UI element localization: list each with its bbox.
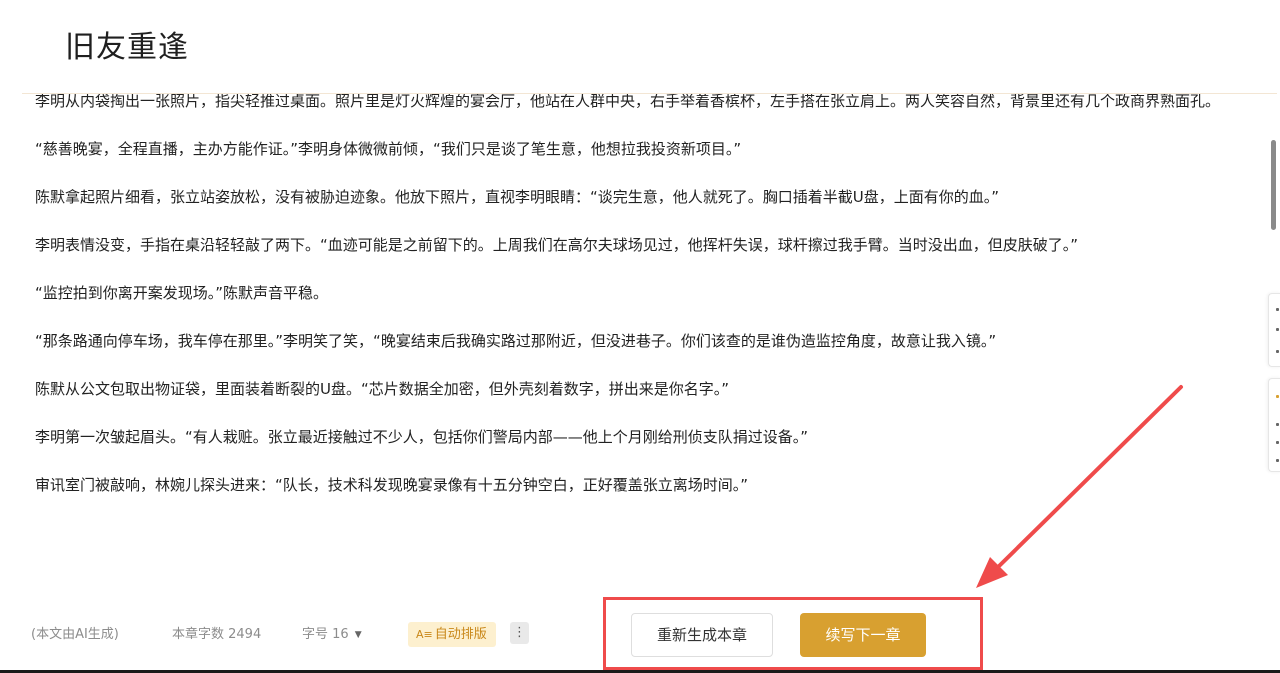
side-panel-tab-top[interactable] (1268, 293, 1280, 367)
ai-generated-note: (本文由AI生成) (31, 627, 119, 642)
auto-layout-label: 自动排版 (434, 627, 487, 642)
chapter-content[interactable]: 李明从内袋掏出一张照片，指尖轻推过桌面。照片里是灯火辉煌的宴会厅，他站在人群中央… (22, 94, 1267, 597)
tab-mark-icon (1276, 350, 1279, 353)
scrollbar-thumb[interactable] (1271, 140, 1276, 230)
paragraph: 审讯室门被敲响，林婉儿探头进来：“队长，技术科发现晚宴录像有十五分钟空白，正好覆… (35, 476, 749, 494)
tab-mark-icon (1276, 395, 1279, 398)
font-size-label: 字号 16 (302, 627, 349, 642)
paragraph: 李明从内袋掏出一张照片，指尖轻推过桌面。照片里是灯火辉煌的宴会厅，他站在人群中央… (35, 94, 1221, 110)
auto-layout-icon: A≡ (416, 628, 433, 641)
annotation-highlight-box (603, 597, 983, 670)
font-size-select[interactable]: 字号 16 ▼ (302, 627, 362, 643)
tab-mark-icon (1276, 459, 1279, 462)
paragraph: “那条路通向停车场，我车停在那里。”李明笑了笑，“晚宴结束后我确实路过那附近，但… (35, 332, 997, 350)
side-panel-tab-bottom[interactable] (1268, 378, 1280, 472)
tab-mark-icon (1276, 441, 1279, 444)
paragraph: 李明第一次皱起眉头。“有人栽赃。张立最近接触过不少人，包括你们警局内部——他上个… (35, 428, 809, 446)
tab-mark-icon (1276, 423, 1279, 426)
chapter-text: 李明从内袋掏出一张照片，指尖轻推过桌面。照片里是灯火辉煌的宴会厅，他站在人群中央… (35, 94, 1255, 520)
more-options-icon[interactable]: ⋮ (510, 622, 529, 644)
paragraph: “慈善晚宴，全程直播，主办方能作证。”李明身体微微前倾，“我们只是谈了笔生意，他… (35, 140, 742, 158)
paragraph: 李明表情没变，手指在桌沿轻轻敲了两下。“血迹可能是之前留下的。上周我们在高尔夫球… (35, 236, 1079, 254)
caret-down-icon: ▼ (354, 630, 362, 640)
paragraph: 陈默拿起照片细看，张立站姿放松，没有被胁迫迹象。他放下照片，直视李明眼睛：“谈完… (35, 188, 1000, 206)
page-title: 旧友重逢 (65, 30, 189, 65)
header: 旧友重逢 (0, 0, 1280, 94)
word-count: 本章字数 2494 (172, 627, 262, 642)
tab-mark-icon (1276, 308, 1279, 311)
tab-mark-icon (1276, 328, 1279, 331)
paragraph: “监控拍到你离开案发现场。”陈默声音平稳。 (35, 284, 329, 302)
auto-layout-button[interactable]: A≡ 自动排版 (408, 622, 496, 647)
paragraph: 陈默从公文包取出物证袋，里面装着断裂的U盘。“芯片数据全加密，但外壳刻着数字，拼… (35, 380, 730, 398)
